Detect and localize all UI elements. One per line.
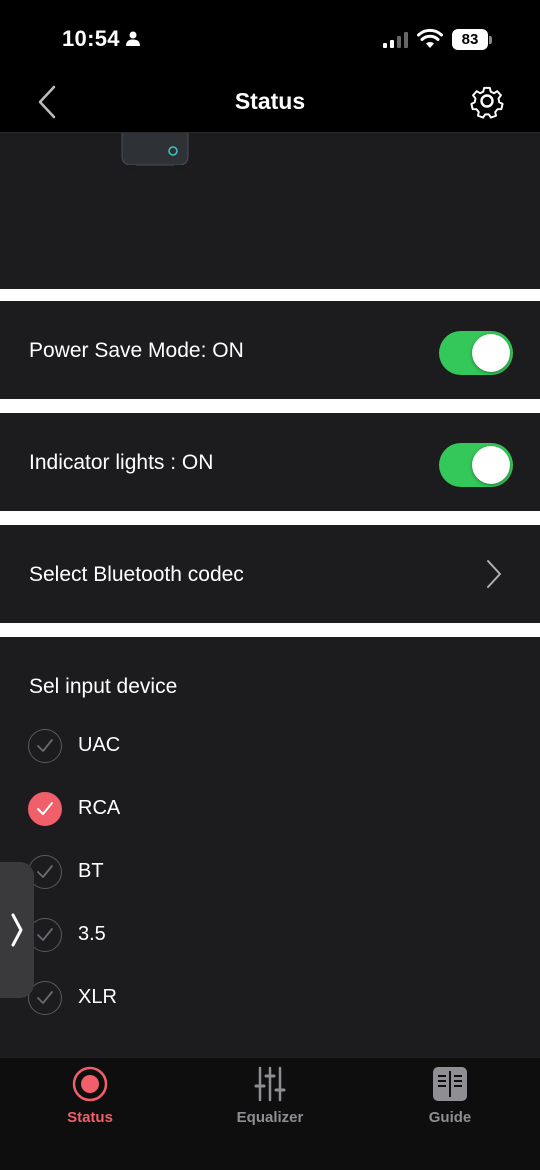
- tab-label: Status: [67, 1109, 113, 1126]
- device-image: [121, 133, 189, 171]
- cellular-signal-icon: [383, 32, 408, 48]
- checkmark-icon: [37, 739, 53, 752]
- input-option-bt[interactable]: BT: [28, 855, 328, 891]
- status-time: 10:54: [62, 26, 120, 51]
- checkmark-icon: [37, 928, 53, 941]
- input-option-label: XLR: [78, 986, 117, 1008]
- input-device-card: Sel input device UAC RCA BT 3.5 XLR: [0, 637, 540, 1057]
- battery-cap: [489, 36, 492, 44]
- indicator-lights-label: Indicator lights : ON: [29, 451, 214, 474]
- device-image-panel: [0, 133, 540, 289]
- input-option-xlr[interactable]: XLR: [28, 981, 328, 1017]
- chevron-right-icon: [11, 913, 23, 947]
- power-save-card: Power Save Mode: ON: [0, 301, 540, 399]
- sliders-icon: [254, 1066, 286, 1102]
- tab-status[interactable]: Status: [30, 1058, 150, 1138]
- input-option-label: 3.5: [78, 923, 106, 945]
- status-bar: 10:54 83: [0, 0, 540, 80]
- side-drawer-handle[interactable]: [0, 862, 34, 998]
- page-title: Status: [234, 88, 306, 114]
- tab-equalizer[interactable]: Equalizer: [210, 1058, 330, 1138]
- input-option-3-5[interactable]: 3.5: [28, 918, 328, 954]
- indicator-lights-card: Indicator lights : ON: [0, 413, 540, 511]
- tab-guide[interactable]: Guide: [390, 1058, 510, 1138]
- nav-bar: Status: [0, 80, 540, 133]
- bluetooth-codec-label: Select Bluetooth codec: [29, 563, 244, 586]
- toggle-knob: [472, 334, 510, 372]
- bluetooth-codec-row[interactable]: Select Bluetooth codec: [0, 525, 540, 623]
- gear-icon: [470, 86, 504, 119]
- input-option-uac[interactable]: UAC: [28, 729, 328, 765]
- wifi-icon: [417, 28, 443, 48]
- record-icon: [72, 1066, 108, 1102]
- input-option-label: RCA: [78, 797, 121, 819]
- checkbox-circle-selected: [28, 792, 62, 826]
- book-icon: [433, 1067, 467, 1101]
- power-save-label: Power Save Mode: ON: [29, 339, 244, 362]
- battery-indicator: 83: [452, 29, 488, 50]
- checkmark-icon: [37, 865, 53, 878]
- checkmark-icon: [37, 991, 53, 1004]
- person-icon: [126, 31, 140, 46]
- toggle-knob: [472, 446, 510, 484]
- input-option-label: UAC: [78, 734, 121, 756]
- chevron-right-icon: [487, 560, 501, 588]
- checkbox-circle: [28, 729, 62, 763]
- input-option-rca[interactable]: RCA: [28, 792, 328, 828]
- input-option-label: BT: [78, 860, 104, 882]
- power-save-toggle[interactable]: [439, 331, 513, 375]
- tab-label: Equalizer: [236, 1109, 304, 1126]
- checkmark-icon: [37, 802, 53, 815]
- input-device-title: Sel input device: [29, 675, 178, 698]
- tab-label: Guide: [428, 1109, 472, 1126]
- tab-bar: Status Equalizer Guide: [0, 1057, 540, 1170]
- indicator-lights-toggle[interactable]: [439, 443, 513, 487]
- settings-button[interactable]: [466, 80, 508, 122]
